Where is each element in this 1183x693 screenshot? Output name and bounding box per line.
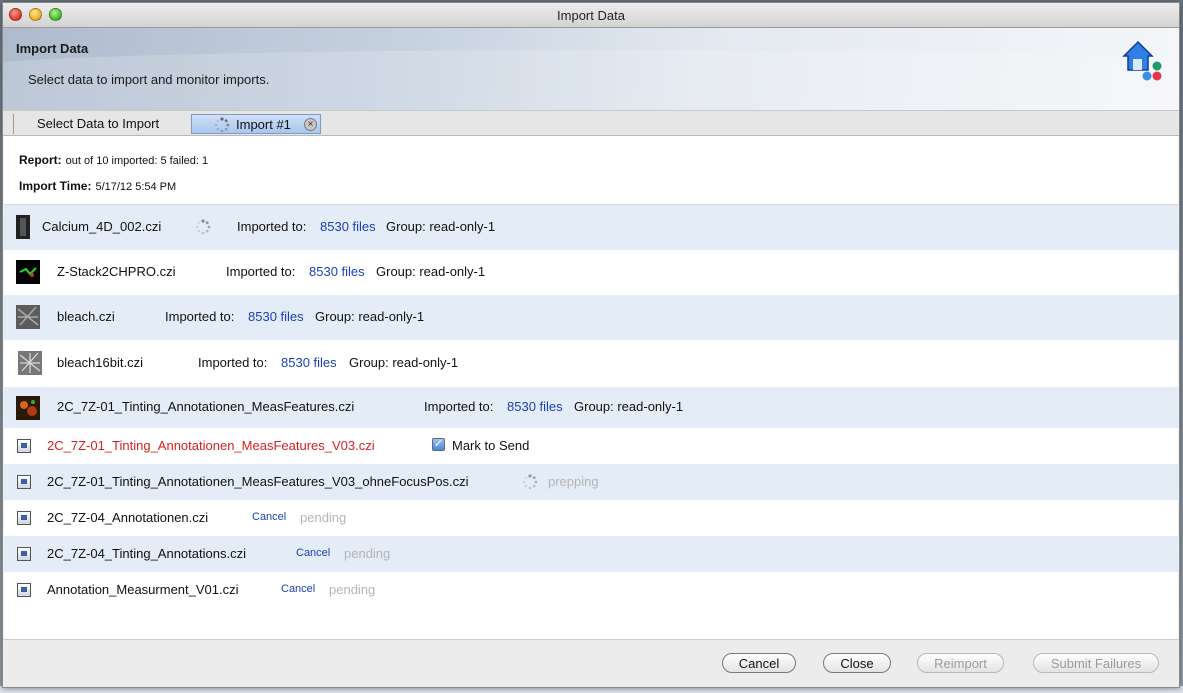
cancel-button[interactable]: Cancel (722, 653, 796, 673)
loading-spinner-icon (195, 219, 211, 235)
status-text: pending (329, 582, 376, 597)
file-name: bleach.czi (57, 309, 115, 324)
list-item: 2C_7Z-01_Tinting_Annotationen_MeasFeatur… (4, 464, 1178, 500)
divider (3, 639, 1179, 640)
image-thumbnail (16, 215, 30, 239)
imported-to-label: Imported to: (424, 399, 494, 414)
reimport-button[interactable]: Reimport (917, 653, 1004, 673)
banner-title: Import Data (16, 41, 89, 56)
banner-subtitle: Select data to import and monitor import… (28, 72, 270, 87)
import-results-panel: Report: out of 10 imported: 5 failed: 1 I… (4, 136, 1178, 639)
tab-import-1-label: Import #1 (236, 117, 291, 132)
import-logo-icon (1122, 40, 1162, 81)
report-value: out of 10 imported: 5 failed: 1 (65, 155, 209, 167)
report-label: Report: (19, 153, 62, 167)
list-item: Calcium_4D_002.czi Imported to: 8530 fil… (4, 205, 1178, 250)
file-name: 2C_7Z-04_Tinting_Annotations.czi (47, 546, 246, 561)
close-tab-icon[interactable]: × (304, 118, 317, 131)
list-item: Annotation_Measurment_V01.czi Cancel pen… (4, 572, 1178, 608)
report-summary: Report: out of 10 imported: 5 failed: 1 (19, 153, 208, 167)
files-link[interactable]: 8530 files (507, 399, 563, 414)
cancel-link[interactable]: Cancel (296, 547, 330, 559)
loading-spinner-icon (522, 474, 538, 490)
header-banner: Import Data Select data to import and mo… (3, 28, 1179, 111)
status-text: pending (300, 510, 347, 525)
import-data-window: Import Data Import Data Select data to i… (2, 2, 1180, 688)
window-title: Import Data (557, 8, 625, 23)
submit-failures-button[interactable]: Submit Failures (1033, 653, 1159, 673)
file-icon (17, 583, 31, 597)
file-name: Annotation_Measurment_V01.czi (47, 582, 239, 597)
file-name: Z-Stack2CHPRO.czi (57, 264, 176, 279)
cancel-link[interactable]: Cancel (281, 583, 315, 595)
image-thumbnail (18, 351, 42, 375)
group-label: Group: read-only-1 (376, 264, 486, 279)
image-thumbnail (16, 305, 40, 329)
tab-select-data-label: Select Data to Import (37, 116, 160, 131)
status-text: pending (344, 546, 391, 561)
image-thumbnail (16, 396, 40, 420)
files-link[interactable]: 8530 files (320, 219, 376, 234)
file-icon (17, 475, 31, 489)
group-label: Group: read-only-1 (386, 219, 496, 234)
file-name: 2C_7Z-01_Tinting_Annotationen_MeasFeatur… (57, 399, 355, 414)
files-link[interactable]: 8530 files (309, 264, 365, 279)
imported-to-label: Imported to: (226, 264, 296, 279)
title-bar[interactable]: Import Data (3, 3, 1179, 28)
list-item: bleach16bit.czi Imported to: 8530 files … (4, 340, 1178, 387)
group-label: Group: read-only-1 (315, 309, 425, 324)
tab-bar: Select Data to Import Import #1 × (3, 111, 1179, 136)
imported-to-label: Imported to: (198, 355, 268, 370)
mark-to-send-label: Mark to Send (452, 438, 530, 453)
list-item: 2C_7Z-01_Tinting_Annotationen_MeasFeatur… (4, 428, 1178, 464)
imported-to-label: Imported to: (165, 309, 235, 324)
file-icon (17, 439, 31, 453)
file-icon (17, 547, 31, 561)
mark-to-send-checkbox[interactable]: ✓ (432, 438, 445, 451)
files-link[interactable]: 8530 files (248, 309, 304, 324)
list-item: 2C_7Z-01_Tinting_Annotationen_MeasFeatur… (4, 387, 1178, 428)
status-text: prepping (548, 474, 599, 489)
tab-import-1[interactable]: Import #1 × (191, 114, 321, 134)
loading-spinner-icon (214, 117, 230, 133)
file-icon (17, 511, 31, 525)
group-label: Group: read-only-1 (574, 399, 684, 414)
list-item: bleach.czi Imported to: 8530 files Group… (4, 295, 1178, 340)
file-name: 2C_7Z-01_Tinting_Annotationen_MeasFeatur… (47, 474, 469, 489)
tab-select-data[interactable]: Select Data to Import (13, 114, 189, 134)
close-button[interactable]: Close (823, 653, 891, 673)
list-item: 2C_7Z-04_Tinting_Annotations.czi Cancel … (4, 536, 1178, 572)
list-item: 2C_7Z-04_Annotationen.czi Cancel pending (4, 500, 1178, 536)
file-name: Calcium_4D_002.czi (42, 219, 162, 234)
list-item: Z-Stack2CHPRO.czi Imported to: 8530 file… (4, 250, 1178, 295)
group-label: Group: read-only-1 (349, 355, 459, 370)
file-name: bleach16bit.czi (57, 355, 143, 370)
file-list: Calcium_4D_002.czi Imported to: 8530 fil… (4, 205, 1178, 608)
imported-to-label: Imported to: (237, 219, 307, 234)
import-time: Import Time: 5/17/12 5:54 PM (19, 179, 176, 193)
file-name-failed[interactable]: 2C_7Z-01_Tinting_Annotationen_MeasFeatur… (47, 438, 375, 453)
files-link[interactable]: 8530 files (281, 355, 337, 370)
import-time-value: 5/17/12 5:54 PM (95, 181, 177, 193)
import-time-label: Import Time: (19, 179, 92, 193)
image-thumbnail (16, 260, 40, 284)
file-name: 2C_7Z-04_Annotationen.czi (47, 510, 209, 525)
cancel-link[interactable]: Cancel (252, 511, 286, 523)
